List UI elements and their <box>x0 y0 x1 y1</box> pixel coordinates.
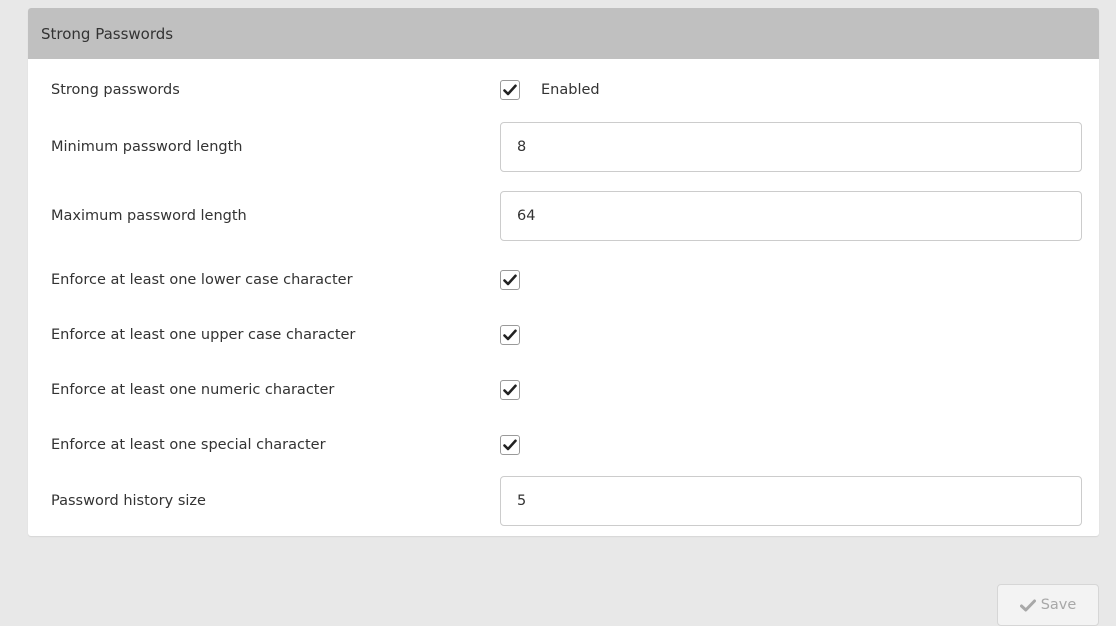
panel-title: Strong Passwords <box>41 24 174 43</box>
panel-header: Strong Passwords <box>28 8 1099 59</box>
numeric-control <box>500 380 520 400</box>
row-special: Enforce at least one special character <box>28 430 1099 460</box>
min-length-input[interactable] <box>500 122 1082 172</box>
upper-case-checkbox[interactable] <box>500 325 520 345</box>
save-button-label: Save <box>1040 597 1077 613</box>
special-checkbox[interactable] <box>500 435 520 455</box>
max-length-label: Maximum password length <box>51 208 247 224</box>
lower-case-control <box>500 270 520 290</box>
row-max-length: Maximum password length <box>28 191 1099 241</box>
numeric-checkbox[interactable] <box>500 380 520 400</box>
max-length-control <box>500 191 1082 241</box>
strong-passwords-panel: Strong Passwords Strong passwords Enable… <box>28 8 1099 536</box>
strong-passwords-control: Enabled <box>500 80 600 100</box>
history-size-input[interactable] <box>500 476 1082 526</box>
check-icon <box>503 274 517 286</box>
row-strong-passwords: Strong passwords Enabled <box>28 75 1099 105</box>
min-length-label: Minimum password length <box>51 139 243 155</box>
strong-passwords-checkbox[interactable] <box>500 80 520 100</box>
check-icon <box>1019 599 1036 611</box>
upper-case-label: Enforce at least one upper case characte… <box>51 327 356 343</box>
row-upper-case: Enforce at least one upper case characte… <box>28 320 1099 350</box>
max-length-input[interactable] <box>500 191 1082 241</box>
special-control <box>500 435 520 455</box>
lower-case-checkbox[interactable] <box>500 270 520 290</box>
check-icon <box>503 384 517 396</box>
history-size-label: Password history size <box>51 493 206 509</box>
row-history-size: Password history size <box>28 476 1099 526</box>
save-button[interactable]: Save <box>997 584 1099 626</box>
check-icon <box>503 329 517 341</box>
history-size-control <box>500 476 1082 526</box>
check-icon <box>503 84 517 96</box>
min-length-control <box>500 122 1082 172</box>
numeric-label: Enforce at least one numeric character <box>51 382 335 398</box>
row-lower-case: Enforce at least one lower case characte… <box>28 265 1099 295</box>
row-min-length: Minimum password length <box>28 122 1099 172</box>
check-icon <box>503 439 517 451</box>
enabled-label: Enabled <box>541 82 600 98</box>
row-numeric: Enforce at least one numeric character <box>28 375 1099 405</box>
special-label: Enforce at least one special character <box>51 437 326 453</box>
lower-case-label: Enforce at least one lower case characte… <box>51 272 353 288</box>
upper-case-control <box>500 325 520 345</box>
strong-passwords-label: Strong passwords <box>51 82 180 98</box>
